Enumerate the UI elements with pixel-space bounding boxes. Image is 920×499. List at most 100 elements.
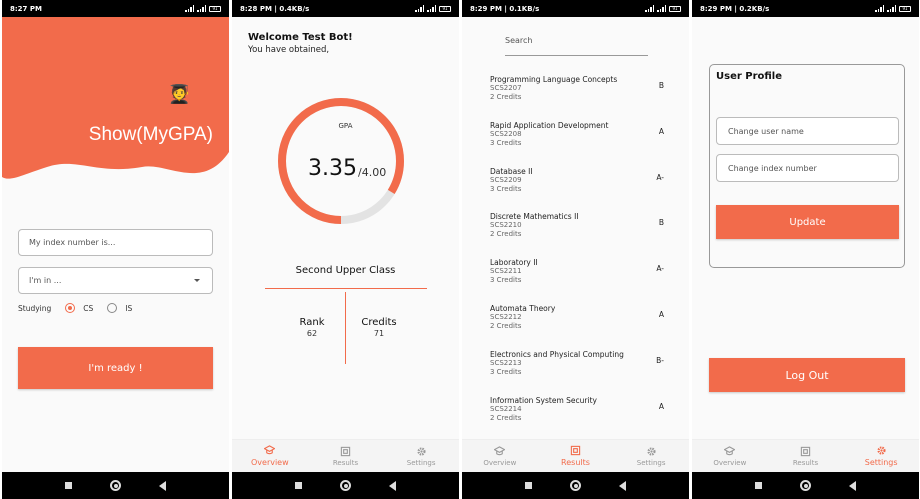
header-blob — [2, 17, 229, 179]
bottom-tab-bar: Overview Results Settings — [232, 439, 459, 472]
course-grade: B — [658, 218, 664, 227]
course-grade: A- — [656, 264, 664, 273]
course-item[interactable]: Rapid Application Development SCS2208 3 … — [490, 121, 670, 148]
gpa-label: GPA — [338, 122, 353, 130]
tab-results[interactable]: Results — [770, 446, 840, 467]
signal-icon — [415, 5, 424, 12]
status-icons: 91 — [875, 5, 911, 12]
status-time: 8:28 PM | 0.4KB/s — [240, 4, 310, 13]
radio-is[interactable] — [107, 303, 118, 313]
radio-cs-label: CS — [83, 303, 94, 313]
back-icon[interactable] — [849, 480, 856, 491]
tab-overview-label: Overview — [713, 458, 747, 467]
recents-icon[interactable] — [65, 482, 72, 489]
system-nav-bar — [2, 472, 229, 499]
home-icon[interactable] — [800, 480, 811, 491]
battery-icon: 91 — [669, 5, 681, 12]
back-icon[interactable] — [159, 480, 166, 491]
signal-icon — [185, 5, 194, 12]
course-code: SCS2212 — [490, 313, 522, 321]
index-number-placeholder: My index number is... — [29, 238, 116, 247]
tab-settings-label: Settings — [406, 458, 436, 467]
divider-horizontal — [265, 288, 427, 289]
status-icons: 91 — [415, 5, 451, 12]
bottom-tab-bar: Overview Results Settings — [692, 439, 919, 472]
course-item[interactable]: Electronics and Physical Computing SCS22… — [490, 350, 670, 377]
search-placeholder: Search — [505, 36, 533, 45]
course-name: Automata Theory — [490, 304, 556, 313]
radio-cs[interactable] — [65, 303, 76, 313]
recents-icon[interactable] — [525, 482, 532, 489]
divider-vertical — [345, 292, 346, 364]
gpa-value: 3.35 — [308, 156, 357, 181]
program-select[interactable]: I'm in ... — [18, 267, 213, 294]
back-icon[interactable] — [389, 480, 396, 491]
course-item[interactable]: Laboratory II SCS2211 3 Credits A- — [490, 258, 670, 285]
results-screen: 8:29 PM | 0.1KB/s 91 Search Programming … — [462, 0, 689, 499]
course-name: Discrete Mathematics II — [490, 212, 579, 221]
tab-results[interactable]: Results — [310, 446, 380, 467]
course-name: Electronics and Physical Computing — [490, 350, 624, 359]
recents-icon[interactable] — [755, 482, 762, 489]
tab-settings[interactable]: Settings — [846, 445, 916, 467]
recents-icon[interactable] — [295, 482, 302, 489]
tab-settings-label: Settings — [636, 458, 666, 467]
index-number-input[interactable]: My index number is... — [18, 229, 213, 256]
change-index-placeholder: Change index number — [728, 163, 817, 173]
course-item[interactable]: Database II SCS2209 3 Credits A- — [490, 167, 670, 194]
course-code: SCS2213 — [490, 359, 522, 367]
user-profile-card: User Profile Change user name Change ind… — [709, 64, 905, 268]
course-credits: 2 Credits — [490, 93, 522, 101]
course-code: SCS2207 — [490, 84, 522, 92]
change-username-placeholder: Change user name — [728, 126, 804, 136]
course-code: SCS2211 — [490, 267, 522, 275]
overview-screen: 8:28 PM | 0.4KB/s 91 Welcome Test Bot! Y… — [232, 0, 459, 499]
login-screen: 8:27 PM 91 🧑‍🎓 Show(MyGPA) My index numb… — [2, 0, 229, 499]
home-icon[interactable] — [570, 480, 581, 491]
tab-overview-label: Overview — [250, 458, 289, 467]
change-username-input[interactable]: Change user name — [716, 117, 899, 145]
settings-screen: 8:29 PM | 0.2KB/s 91 User Profile Change… — [692, 0, 919, 499]
status-bar: 8:29 PM | 0.2KB/s 91 — [692, 0, 919, 17]
tab-results[interactable]: Results — [540, 445, 610, 467]
system-nav-bar — [232, 472, 459, 499]
home-icon[interactable] — [340, 480, 351, 491]
course-code: SCS2208 — [490, 130, 522, 138]
tab-overview[interactable]: Overview — [235, 445, 305, 467]
change-index-input[interactable]: Change index number — [716, 154, 899, 182]
tab-settings[interactable]: Settings — [386, 446, 456, 467]
welcome-subtitle: You have obtained, — [248, 45, 330, 55]
course-item[interactable]: Automata Theory SCS2212 2 Credits A — [490, 304, 670, 331]
course-name: Information System Security — [490, 396, 597, 405]
course-item[interactable]: Information System Security SCS2214 2 Cr… — [490, 396, 670, 423]
course-item[interactable]: Programming Language Concepts SCS2207 2 … — [490, 75, 670, 102]
search-input[interactable]: Search — [505, 36, 648, 56]
im-ready-button[interactable]: I'm ready ! — [18, 347, 213, 389]
screens-strip: 8:27 PM 91 🧑‍🎓 Show(MyGPA) My index numb… — [0, 0, 920, 499]
tab-settings[interactable]: Settings — [616, 446, 686, 467]
tab-overview[interactable]: Overview — [695, 445, 765, 467]
status-icons: 91 — [185, 5, 221, 12]
course-credits: 2 Credits — [490, 322, 522, 330]
studying-label: Studying — [18, 303, 52, 313]
graduation-cap-icon — [724, 445, 736, 455]
credits-label: Credits — [361, 317, 397, 328]
course-credits: 2 Credits — [490, 230, 522, 238]
course-code: SCS2210 — [490, 221, 522, 229]
course-name: Rapid Application Development — [490, 121, 609, 130]
dropdown-arrow-icon — [194, 279, 200, 282]
results-icon — [570, 445, 581, 456]
course-credits: 3 Credits — [490, 139, 522, 147]
studying-radio-group: Studying CS IS — [18, 303, 132, 313]
tab-overview[interactable]: Overview — [465, 445, 535, 467]
update-button[interactable]: Update — [716, 205, 899, 239]
course-grade: A — [658, 310, 664, 319]
class-label: Second Upper Class — [295, 265, 396, 276]
gear-icon — [647, 446, 656, 456]
system-nav-bar — [462, 472, 689, 499]
home-icon[interactable] — [110, 480, 121, 491]
course-item[interactable]: Discrete Mathematics II SCS2210 2 Credit… — [490, 212, 670, 239]
back-icon[interactable] — [619, 480, 626, 491]
logout-button[interactable]: Log Out — [709, 358, 905, 392]
tab-results-label: Results — [332, 458, 359, 467]
